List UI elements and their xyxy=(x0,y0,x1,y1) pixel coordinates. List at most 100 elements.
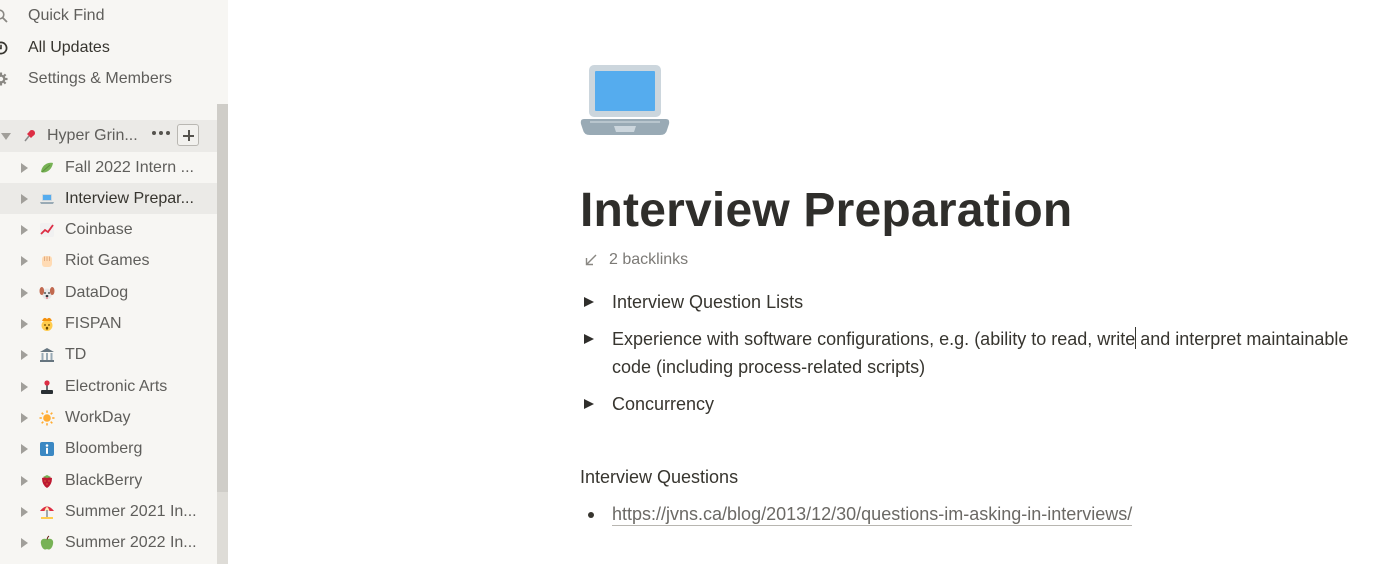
beach-umbrella-icon xyxy=(38,504,56,520)
settings-members-button[interactable]: Settings & Members xyxy=(0,64,172,94)
search-icon xyxy=(0,9,8,23)
sidebar: Quick Find All Updates Settings & Member… xyxy=(0,0,228,564)
chevron-right-icon xyxy=(20,412,28,423)
sidebar-item-label: BlackBerry xyxy=(65,471,143,489)
sidebar-item-label: Interview Prepar... xyxy=(65,189,194,207)
chevron-right-icon xyxy=(20,537,28,548)
toggle-text[interactable]: Interview Question Lists xyxy=(612,288,1382,316)
toggle-triangle-icon[interactable] xyxy=(584,334,594,344)
toggle-block[interactable]: Interview Question Lists xyxy=(584,288,1382,316)
expand-toggle[interactable] xyxy=(18,287,30,298)
leaf-icon xyxy=(38,160,56,176)
page-title[interactable]: Interview Preparation xyxy=(580,183,1072,238)
sidebar-item-label: FISPAN xyxy=(65,314,122,332)
workspace-row[interactable]: Hyper Grin... xyxy=(0,120,217,152)
sidebar-item-label: Electronic Arts xyxy=(65,377,168,395)
toggle-triangle-icon[interactable] xyxy=(584,399,594,409)
more-options-icon[interactable] xyxy=(152,131,170,135)
sidebar-item-coinbase[interactable]: Coinbase xyxy=(0,214,217,245)
dog-face-icon xyxy=(38,285,56,301)
expand-toggle[interactable] xyxy=(18,318,30,329)
expand-toggle[interactable] xyxy=(18,443,30,454)
sidebar-item-label: Fall 2022 Intern ... xyxy=(65,158,194,176)
page-content: Interview Preparation 2 backlinks Interv… xyxy=(228,0,1400,564)
sidebar-item-riot-games[interactable]: Riot Games xyxy=(0,245,217,276)
expand-toggle[interactable] xyxy=(18,349,30,360)
all-updates-button[interactable]: All Updates xyxy=(0,33,110,63)
interview-questions-link[interactable]: https://jvns.ca/blog/2013/12/30/question… xyxy=(612,503,1133,526)
sidebar-item-summer-2021-intern[interactable]: Summer 2021 In... xyxy=(0,496,217,527)
expand-toggle[interactable] xyxy=(18,162,30,173)
sidebar-item-td[interactable]: TD xyxy=(0,339,217,370)
chart-increasing-icon xyxy=(38,222,56,238)
joystick-icon xyxy=(38,379,56,395)
sidebar-item-label: Summer 2021 In... xyxy=(65,502,197,520)
toggle-text[interactable]: Experience with software configurations,… xyxy=(612,325,1382,381)
expand-toggle[interactable] xyxy=(18,193,30,204)
sidebar-item-fall-2022-intern[interactable]: Fall 2022 Intern ... xyxy=(0,152,217,183)
toggle-triangle-icon[interactable] xyxy=(584,297,594,307)
sidebar-item-blackberry[interactable]: BlackBerry xyxy=(0,465,217,496)
add-page-button[interactable] xyxy=(177,124,199,146)
sidebar-item-label: TD xyxy=(65,345,87,363)
expand-toggle[interactable] xyxy=(18,475,30,486)
sidebar-item-electronic-arts[interactable]: Electronic Arts xyxy=(0,371,217,402)
sidebar-item-label: Bloomberg xyxy=(65,439,143,457)
toggle-text[interactable]: Concurrency xyxy=(612,390,1382,418)
expand-toggle[interactable] xyxy=(18,537,30,548)
list-item: https://jvns.ca/blog/2013/12/30/question… xyxy=(588,503,1133,526)
chevron-right-icon xyxy=(20,287,28,298)
bank-icon xyxy=(38,347,56,363)
chevron-down-icon xyxy=(1,132,11,140)
toggle-block[interactable]: Concurrency xyxy=(584,390,1382,418)
all-updates-label: All Updates xyxy=(28,39,110,56)
chevron-right-icon xyxy=(20,224,28,235)
chevron-right-icon xyxy=(20,475,28,486)
toggle-block[interactable]: Experience with software configurations,… xyxy=(584,325,1382,381)
exploding-head-icon xyxy=(38,316,56,332)
settings-members-label: Settings & Members xyxy=(28,70,173,87)
expand-toggle[interactable] xyxy=(0,132,12,140)
backlinks-button[interactable]: 2 backlinks xyxy=(584,251,688,269)
chevron-right-icon xyxy=(20,162,28,173)
green-apple-icon xyxy=(38,535,56,551)
clock-icon xyxy=(0,41,8,55)
chevron-right-icon xyxy=(20,193,28,204)
sidebar-item-label: Summer 2022 In... xyxy=(65,533,197,551)
chevron-right-icon xyxy=(20,349,28,360)
sidebar-scrollbar-thumb[interactable] xyxy=(217,104,228,492)
sidebar-item-bloomberg[interactable]: Bloomberg xyxy=(0,433,217,464)
expand-toggle[interactable] xyxy=(18,255,30,266)
expand-toggle[interactable] xyxy=(18,506,30,517)
expand-toggle[interactable] xyxy=(18,224,30,235)
sidebar-item-datadog[interactable]: DataDog xyxy=(0,277,217,308)
gear-icon xyxy=(0,72,8,86)
backlinks-label: 2 backlinks xyxy=(609,251,689,268)
chevron-right-icon xyxy=(20,318,28,329)
chevron-right-icon xyxy=(20,381,28,392)
bullet-icon xyxy=(588,511,594,518)
sidebar-item-interview-preparation[interactable]: Interview Prepar... xyxy=(0,183,217,214)
section-heading[interactable]: Interview Questions xyxy=(580,467,738,488)
quick-find-button[interactable]: Quick Find xyxy=(0,1,104,31)
sidebar-item-fispan[interactable]: FISPAN xyxy=(0,308,217,339)
sidebar-item-workday[interactable]: WorkDay xyxy=(0,402,217,433)
information-icon xyxy=(38,441,56,457)
sidebar-item-summer-2022-intern[interactable]: Summer 2022 In... xyxy=(0,527,217,558)
sidebar-item-label: Coinbase xyxy=(65,220,133,238)
raised-fist-icon xyxy=(38,253,56,269)
workspace-label: Hyper Grin... xyxy=(47,127,138,144)
pushpin-icon xyxy=(20,128,38,144)
quick-find-label: Quick Find xyxy=(28,7,105,24)
expand-toggle[interactable] xyxy=(18,381,30,392)
sidebar-item-label: Riot Games xyxy=(65,251,150,269)
arrow-down-left-icon xyxy=(584,253,598,267)
laptop-icon[interactable] xyxy=(580,62,672,140)
laptop-icon xyxy=(38,191,56,207)
chevron-right-icon xyxy=(20,506,28,517)
chevron-right-icon xyxy=(20,255,28,266)
strawberry-icon xyxy=(38,473,56,489)
chevron-right-icon xyxy=(20,443,28,454)
sidebar-item-label: DataDog xyxy=(65,283,129,301)
expand-toggle[interactable] xyxy=(18,412,30,423)
